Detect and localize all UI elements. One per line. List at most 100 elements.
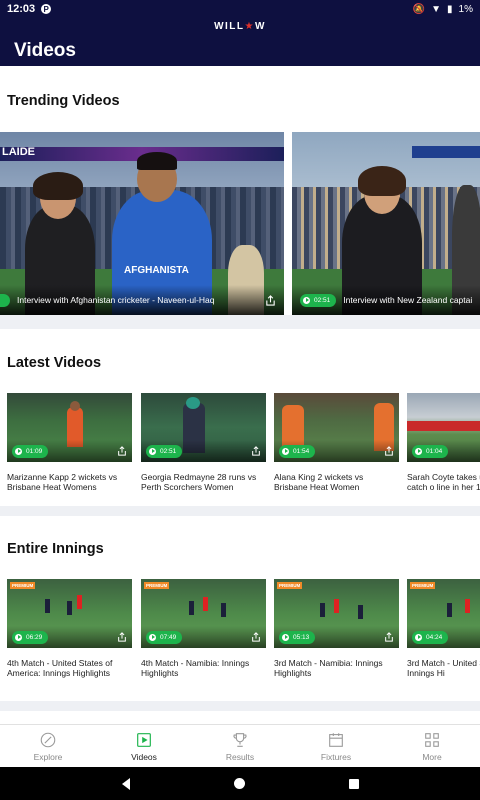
share-icon[interactable] xyxy=(265,294,276,306)
duration-pill: 01:09 xyxy=(12,444,49,458)
video-thumbnail: 01:09 xyxy=(7,393,132,462)
duration-pill: 02:51 xyxy=(300,293,337,307)
play-icon xyxy=(415,447,422,455)
jersey-text: AFGHANISTA xyxy=(124,265,189,276)
status-icons: 🔕 ▼ ▮ 1% xyxy=(413,4,473,15)
duration-pill: 01:04 xyxy=(412,444,449,458)
share-icon[interactable] xyxy=(117,446,127,456)
video-title: Alana King 2 wickets vs Brisbane Heat Wo… xyxy=(274,472,364,492)
stadium-overlay-text: LAIDE xyxy=(2,146,35,158)
video-thumbnail: 01:54 xyxy=(274,393,399,462)
trending-caption-bar: Interview with Afghanistan cricketer - N… xyxy=(0,285,284,315)
share-icon[interactable] xyxy=(117,632,127,642)
nav-label: More xyxy=(422,751,442,762)
video-thumbnail: 02:51 xyxy=(141,393,266,462)
premium-badge: PREMIUM xyxy=(10,582,36,589)
system-navigation-bar xyxy=(0,767,480,800)
latest-video-card[interactable]: 01:09 Marizanne Kapp 2 wickets vs Brisba… xyxy=(7,393,132,492)
innings-video-card[interactable]: PREMIUM 06:29 4th Match - United States … xyxy=(7,579,132,678)
duration-pill: 06:29 xyxy=(12,630,49,644)
video-title: 4th Match - Namibia: Innings Highlights xyxy=(141,658,250,678)
play-icon xyxy=(303,296,310,304)
page-title: Videos xyxy=(14,40,76,61)
innings-video-card[interactable]: PREMIUM 07:49 4th Match - Namibia: Innin… xyxy=(141,579,266,678)
play-icon xyxy=(149,447,156,455)
bottom-navigation: Explore Videos Results Fixtures More xyxy=(0,724,480,767)
share-icon[interactable] xyxy=(384,446,394,456)
nav-explore[interactable]: Explore xyxy=(0,725,96,767)
trending-title: Interview with Afghanistan cricketer - N… xyxy=(17,295,215,305)
innings-video-card[interactable]: PREMIUM 05:13 3rd Match - Namibia: Innin… xyxy=(274,579,399,678)
video-thumbnail: 01:04 xyxy=(407,393,480,462)
compass-icon xyxy=(40,732,56,747)
duration-pill: 04:24 xyxy=(412,630,449,644)
video-thumbnail: PREMIUM 05:13 xyxy=(274,579,399,648)
premium-badge: PREMIUM xyxy=(144,582,170,589)
nav-label: Videos xyxy=(131,751,157,762)
grid-icon xyxy=(425,732,439,747)
innings-video-card[interactable]: PREMIUM 04:24 3rd Match - United S Ameri… xyxy=(407,579,480,678)
video-title: Marizanne Kapp 2 wickets vs Brisbane Hea… xyxy=(7,472,118,492)
trending-title: Interview with New Zealand captai xyxy=(343,295,472,305)
video-thumbnail: PREMIUM 06:29 xyxy=(7,579,132,648)
nav-more[interactable]: More xyxy=(384,725,480,767)
duration-pill xyxy=(0,293,10,307)
innings-section: Entire Innings PREMIUM 06:29 4th Match -… xyxy=(0,516,480,701)
battery-icon: ▮ xyxy=(447,3,453,15)
trending-heading: Trending Videos xyxy=(7,93,120,109)
play-icon xyxy=(149,633,156,641)
share-icon[interactable] xyxy=(251,446,261,456)
nav-results[interactable]: Results xyxy=(192,725,288,767)
wifi-icon: ▼ xyxy=(431,3,442,15)
nav-label: Results xyxy=(225,751,255,762)
video-title: Georgia Redmayne 28 runs vs Perth Scorch… xyxy=(141,472,257,492)
latest-video-card[interactable]: 01:04 Sarah Coyte takes u one-handed cat… xyxy=(407,393,480,492)
latest-heading: Latest Videos xyxy=(7,355,102,371)
bell-off-icon: 🔕 xyxy=(412,3,426,15)
video-title: 4th Match - United States of America: In… xyxy=(7,658,113,678)
video-title: Sarah Coyte takes u one-handed catch o l… xyxy=(407,472,480,492)
trending-caption-bar: 02:51 Interview with New Zealand captai xyxy=(292,285,480,315)
status-time: 12:03 xyxy=(7,3,36,15)
trending-section: Trending Videos LAIDE AFGHANISTA Intervi… xyxy=(0,66,480,315)
nav-label: Fixtures xyxy=(320,751,352,762)
video-thumbnail: PREMIUM 07:49 xyxy=(141,579,266,648)
premium-badge: PREMIUM xyxy=(410,582,436,589)
calendar-icon xyxy=(329,732,343,747)
video-thumbnail: PREMIUM 04:24 xyxy=(407,579,480,648)
play-icon xyxy=(282,447,289,455)
duration-pill: 05:13 xyxy=(279,630,316,644)
play-square-icon xyxy=(137,732,151,747)
nav-fixtures[interactable]: Fixtures xyxy=(288,725,384,767)
status-bar: 12:03 P 🔕 ▼ ▮ 1% xyxy=(0,0,480,18)
next-section-peek xyxy=(0,711,480,724)
trending-video-card[interactable]: LAIDE AFGHANISTA Interview with Afghanis… xyxy=(0,132,284,315)
video-title: 3rd Match - Namibia: Innings Highlights xyxy=(274,658,383,678)
share-icon[interactable] xyxy=(251,632,261,642)
latest-video-card[interactable]: 01:54 Alana King 2 wickets vs Brisbane H… xyxy=(274,393,399,492)
recents-button[interactable] xyxy=(348,778,359,789)
nav-label: Explore xyxy=(33,751,63,762)
latest-video-card[interactable]: 02:51 Georgia Redmayne 28 runs vs Perth … xyxy=(141,393,266,492)
notification-p-icon: P xyxy=(41,4,52,14)
duration-pill: 01:54 xyxy=(279,444,316,458)
nav-videos[interactable]: Videos xyxy=(96,725,192,767)
duration-pill: 02:51 xyxy=(146,444,183,458)
battery-level: 1% xyxy=(458,3,473,15)
play-icon xyxy=(15,633,22,641)
latest-section: Latest Videos 01:09 Marizanne Kapp 2 wic… xyxy=(0,329,480,506)
willow-logo: WILL★W xyxy=(214,21,266,32)
share-icon[interactable] xyxy=(384,632,394,642)
video-title: 3rd Match - United S America: Innings Hi xyxy=(407,658,480,678)
play-icon xyxy=(282,633,289,641)
trophy-icon xyxy=(233,732,247,747)
app-header: WILL★W Videos xyxy=(0,18,480,66)
main-content[interactable]: Trending Videos LAIDE AFGHANISTA Intervi… xyxy=(0,66,480,724)
home-button[interactable] xyxy=(233,778,245,789)
trending-video-card[interactable]: 02:51 Interview with New Zealand captai xyxy=(292,132,480,315)
innings-heading: Entire Innings xyxy=(7,541,104,557)
play-icon xyxy=(15,447,22,455)
back-button[interactable] xyxy=(121,777,130,790)
play-icon xyxy=(415,633,422,641)
premium-badge: PREMIUM xyxy=(277,582,303,589)
